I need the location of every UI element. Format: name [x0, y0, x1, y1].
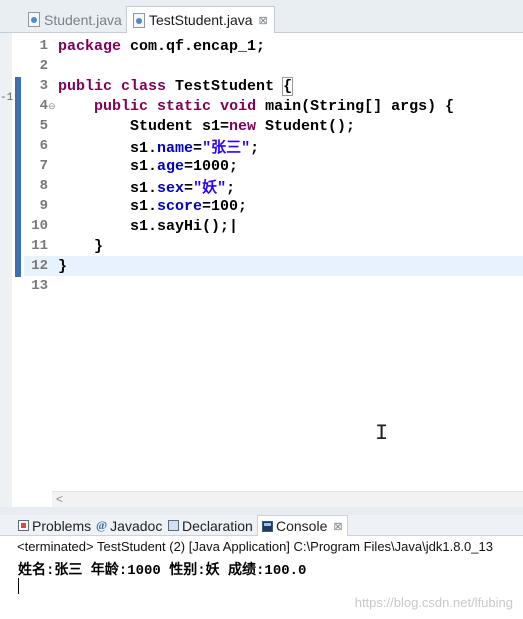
tab-label: Console: [276, 518, 328, 534]
problems-icon: [18, 520, 29, 531]
line-number: 13: [31, 278, 48, 294]
code-text: s1.age=1000;: [58, 157, 239, 175]
code-text: Student s1=new Student();: [58, 117, 356, 135]
code-text: public static void main(String[] args) {: [94, 97, 455, 115]
fold-toggle-icon[interactable]: ⊖: [48, 101, 56, 112]
code-text: }: [58, 257, 68, 275]
code-line: 4 ⊖ public static void main(String[] args…: [24, 96, 523, 116]
left-edge-marker: -1: [0, 92, 14, 104]
code-line: 5 Student s1=new Student();: [24, 116, 523, 136]
line-number: 8: [39, 178, 48, 194]
line-number: 7: [39, 158, 48, 174]
line-number: 2: [39, 58, 48, 74]
tab-console[interactable]: Console ⊠: [257, 515, 348, 536]
java-file-icon: [28, 12, 40, 27]
code-text: public class TestStudent {: [58, 76, 294, 96]
tab-student-java[interactable]: Student.java: [22, 6, 128, 33]
code-text: }: [58, 237, 104, 255]
console-header: <terminated> TestStudent (2) [Java Appli…: [17, 539, 493, 554]
line-number: 1: [39, 38, 48, 54]
code-text: s1.score=100;: [58, 197, 248, 215]
tab-declaration[interactable]: Declaration: [168, 515, 253, 536]
code-line: 8 s1.sex="妖";: [24, 176, 523, 197]
watermark: https://blog.csdn.net/lfubing: [354, 595, 513, 610]
code-line: 11 }: [24, 236, 523, 256]
code-line: 10 s1.sayHi();|: [24, 216, 523, 236]
declaration-icon: [168, 520, 179, 531]
code-line: 7 s1.age=1000;: [24, 156, 523, 176]
java-file-icon: [133, 12, 145, 28]
code-line: 3 public class TestStudent {: [24, 76, 523, 96]
tab-label: TestStudent.java: [149, 12, 253, 28]
line-number: 3: [39, 78, 48, 94]
close-icon[interactable]: ⊠: [333, 520, 342, 533]
code-text: package com.qf.encap_1;: [58, 37, 266, 55]
line-number: 12: [31, 258, 48, 274]
code-text: s1.sex="妖";: [58, 179, 236, 197]
line-number: 11: [31, 238, 48, 254]
bottom-view-tabs: Problems @ Javadoc Declaration Console ⊠: [0, 515, 523, 536]
tab-label: Declaration: [182, 517, 253, 534]
code-editor[interactable]: 1 package com.qf.encap_1; 2 3 public cla…: [24, 33, 523, 491]
code-line-current: 12 }: [24, 256, 523, 276]
horizontal-scrollbar[interactable]: <: [52, 491, 523, 507]
console-caret: [18, 578, 19, 594]
code-line: 2: [24, 56, 523, 76]
mouse-ibeam-cursor: I: [375, 421, 389, 446]
line-number: 9: [39, 198, 48, 214]
tab-problems[interactable]: Problems: [18, 515, 91, 536]
code-line: 6 s1.name="张三";: [24, 136, 523, 157]
close-icon[interactable]: ⊠: [259, 14, 268, 27]
line-number: 6: [39, 138, 48, 154]
console-output[interactable]: 姓名:张三 年龄:1000 性别:妖 成绩:100.0: [18, 559, 306, 579]
code-text: s1.name="张三";: [58, 139, 260, 157]
code-text: s1.sayHi();|: [58, 217, 239, 235]
code-line: 13: [24, 276, 523, 296]
line-number: 5: [39, 118, 48, 134]
javadoc-icon: @: [96, 518, 108, 532]
code-line: 9 s1.score=100;: [24, 196, 523, 216]
tab-javadoc[interactable]: @ Javadoc: [96, 515, 162, 536]
tab-label: Problems: [32, 517, 92, 534]
line-number: 4: [39, 98, 48, 114]
view-separator: [0, 507, 523, 515]
code-line: 1 package com.qf.encap_1;: [24, 36, 523, 56]
tab-teststudent-java[interactable]: TestStudent.java ⊠: [126, 6, 275, 33]
line-number: 10: [31, 218, 48, 234]
console-icon: [262, 520, 273, 532]
change-ruler: [15, 77, 21, 277]
tab-label: Student.java: [44, 11, 122, 28]
tab-label: Javadoc: [110, 517, 163, 534]
left-margin: [0, 33, 12, 507]
scroll-left-icon[interactable]: <: [56, 492, 63, 507]
editor-tab-bar: Student.java TestStudent.java ⊠: [0, 0, 523, 33]
